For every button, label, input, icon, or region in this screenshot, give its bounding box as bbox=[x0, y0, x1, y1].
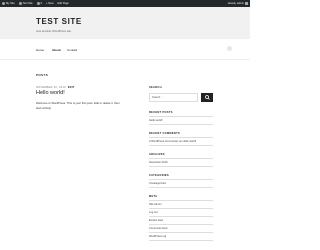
search-input[interactable]: Search ... bbox=[149, 93, 198, 102]
meta-item-entries-feed[interactable]: Entries feed bbox=[149, 219, 213, 222]
divider bbox=[149, 179, 213, 180]
admin-bar-label: Edit Page bbox=[57, 2, 69, 5]
post-content: Welcome to WordPress. This is your first… bbox=[36, 101, 120, 110]
admin-bar-my-site[interactable]: My Site bbox=[0, 0, 17, 7]
divider bbox=[149, 158, 213, 159]
main-navigation: Home About Contact bbox=[0, 38, 250, 60]
meta-item-wordpress-org[interactable]: WordPress.org bbox=[149, 235, 213, 238]
admin-bar-edit-page[interactable]: Edit Page bbox=[56, 0, 71, 7]
divider bbox=[149, 166, 213, 167]
category-item[interactable]: Uncategorized bbox=[149, 182, 213, 185]
archive-item[interactable]: November 2019 bbox=[149, 161, 213, 164]
search-icon bbox=[204, 95, 210, 100]
recent-post-item[interactable]: Hello world! bbox=[149, 119, 213, 122]
admin-bar-label: My Site bbox=[6, 2, 15, 5]
admin-bar-label: + New bbox=[46, 2, 54, 5]
widget-heading-archives: ARCHIVES bbox=[149, 153, 165, 156]
widget-heading-meta: META bbox=[149, 195, 158, 198]
comment-icon bbox=[36, 2, 40, 5]
post-edit-link[interactable]: EDIT bbox=[68, 86, 75, 89]
meta-item-comments-feed[interactable]: Comments feed bbox=[149, 227, 213, 230]
avatar bbox=[245, 2, 248, 5]
divider bbox=[149, 145, 213, 146]
divider bbox=[149, 224, 213, 225]
divider bbox=[149, 232, 213, 233]
post-meta: NOVEMBER 20, 2019 EDIT bbox=[36, 86, 75, 89]
nav-item-about[interactable]: About bbox=[52, 48, 61, 52]
admin-bar-label: Test Site bbox=[22, 2, 33, 5]
widget-heading-recent-comments: RECENT COMMENTS bbox=[149, 132, 181, 135]
nav-item-home[interactable]: Home bbox=[36, 48, 44, 52]
admin-bar-greeting: Howdy, admin bbox=[227, 2, 244, 5]
widget-heading-categories: CATEGORIES bbox=[149, 174, 169, 177]
admin-bar-account[interactable]: Howdy, admin bbox=[226, 0, 250, 7]
divider bbox=[149, 208, 213, 209]
nav-item-contact[interactable]: Contact bbox=[67, 48, 77, 52]
recent-comment-item[interactable]: A WordPress Commenter on Hello world! bbox=[149, 140, 213, 143]
meta-item-site-admin[interactable]: Site Admin bbox=[149, 203, 213, 206]
site-tagline: Just another WordPress site bbox=[36, 29, 72, 33]
divider bbox=[149, 200, 213, 201]
widget-heading-recent-posts: RECENT POSTS bbox=[149, 111, 173, 114]
search-button[interactable] bbox=[201, 93, 213, 102]
admin-bar-site-name[interactable]: Test Site bbox=[17, 0, 35, 7]
page-title: POSTS bbox=[36, 73, 49, 77]
site-title[interactable]: TEST SITE bbox=[36, 17, 82, 26]
divider bbox=[149, 240, 213, 241]
meta-item-log-out[interactable]: Log out bbox=[149, 211, 213, 214]
divider bbox=[149, 187, 213, 188]
admin-bar-label: 0 bbox=[40, 2, 43, 5]
divider bbox=[149, 137, 213, 138]
admin-bar-new[interactable]: + New bbox=[44, 0, 55, 7]
admin-bar-comments[interactable]: 0 bbox=[35, 0, 44, 7]
scroll-down-icon[interactable] bbox=[227, 46, 232, 51]
divider bbox=[149, 116, 213, 117]
divider bbox=[149, 124, 213, 125]
divider bbox=[149, 216, 213, 217]
admin-bar: My Site Test Site 0 + New Edit Page Howd… bbox=[0, 0, 250, 7]
site-header: TEST SITE Just another WordPress site bbox=[0, 7, 250, 38]
post-date[interactable]: NOVEMBER 20, 2019 bbox=[36, 86, 66, 89]
wordpress-icon bbox=[2, 2, 5, 5]
home-icon bbox=[18, 2, 22, 5]
widget-heading-search: SEARCH bbox=[149, 86, 162, 89]
post-title[interactable]: Hello world! bbox=[36, 90, 65, 96]
